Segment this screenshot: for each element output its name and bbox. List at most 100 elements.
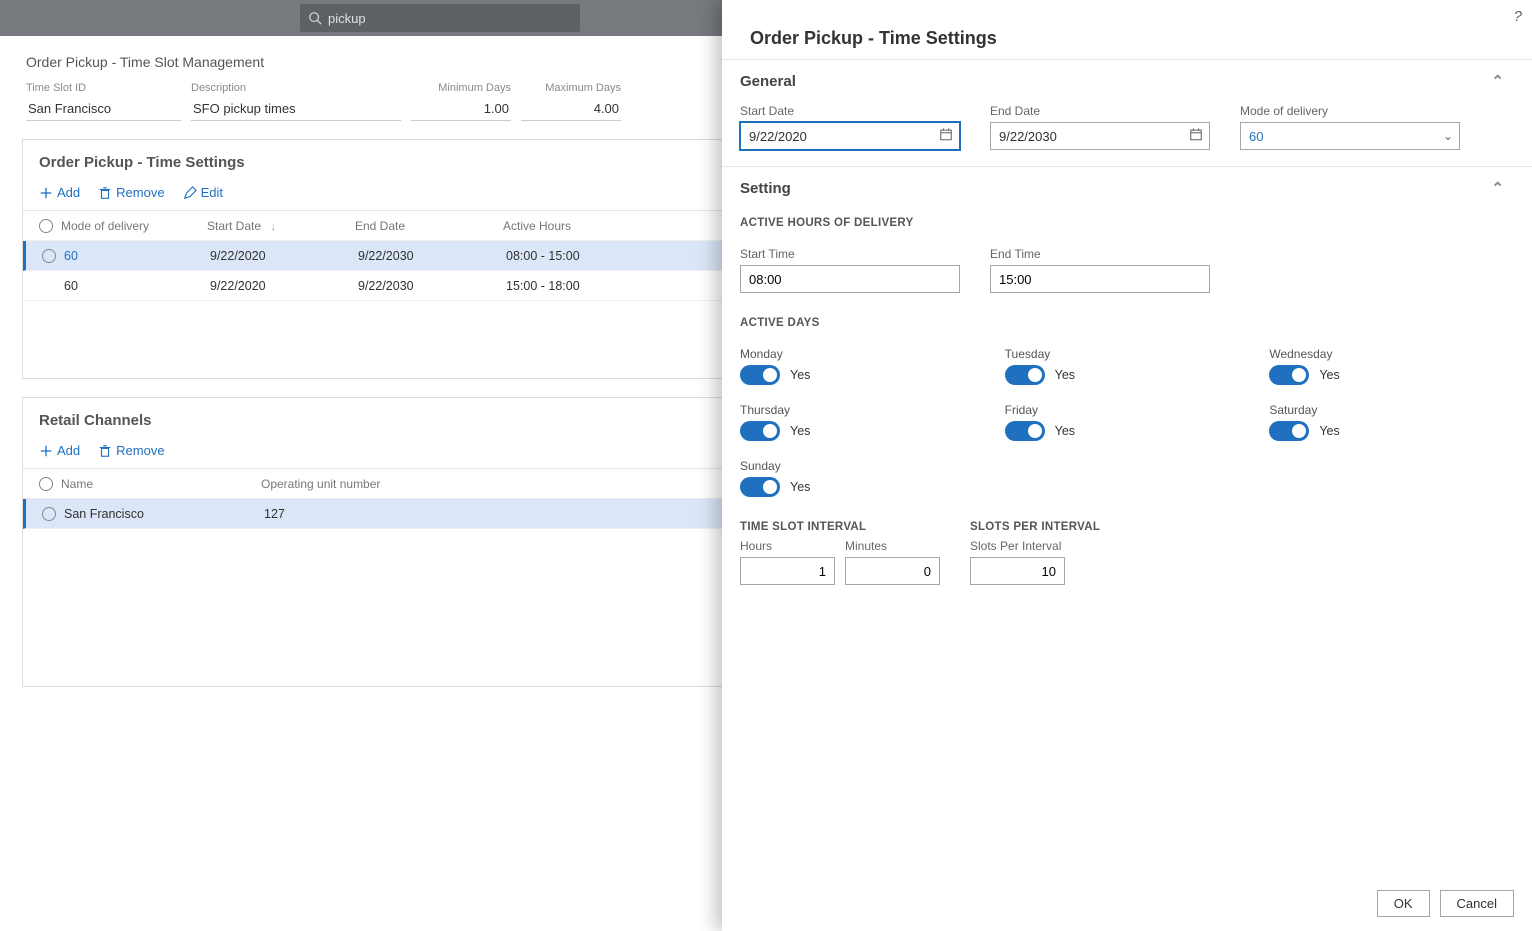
pencil-icon bbox=[183, 186, 197, 200]
max-days-value[interactable]: 4.00 bbox=[521, 98, 621, 121]
section-setting-header[interactable]: Setting ⌃ bbox=[722, 167, 1532, 207]
remove-button[interactable]: Remove bbox=[98, 185, 164, 200]
slots-label: Slots Per Interval bbox=[970, 539, 1065, 553]
row-end: 9/22/2030 bbox=[358, 249, 506, 263]
start-time-input[interactable] bbox=[740, 265, 960, 293]
section-general-body: Start Date 9/22/2020 End Date 9/22/2030 … bbox=[722, 100, 1532, 166]
hours-value[interactable] bbox=[749, 564, 826, 579]
add-channel-label: Add bbox=[57, 443, 80, 458]
max-days-label: Maximum Days bbox=[521, 82, 621, 94]
remove-channel-label: Remove bbox=[116, 443, 164, 458]
day-tuesday-label: Tuesday bbox=[1005, 347, 1240, 361]
toggle-monday[interactable] bbox=[740, 365, 780, 385]
time-settings-dialog: ? Order Pickup - Time Settings General ⌃… bbox=[722, 0, 1532, 931]
toggle-wednesday[interactable] bbox=[1269, 365, 1309, 385]
active-days-grid: Monday Yes Tuesday Yes Wednesday Yes Thu… bbox=[740, 347, 1504, 497]
day-thursday-label: Thursday bbox=[740, 403, 975, 417]
plus-icon bbox=[39, 444, 53, 458]
select-all-radio[interactable] bbox=[39, 477, 53, 491]
start-time-label: Start Time bbox=[740, 247, 960, 261]
hours-input[interactable] bbox=[740, 557, 835, 585]
slots-value[interactable] bbox=[979, 564, 1056, 579]
add-channel-button[interactable]: Add bbox=[39, 443, 80, 458]
ok-button[interactable]: OK bbox=[1377, 890, 1430, 917]
timeslot-id-value[interactable]: San Francisco bbox=[26, 98, 181, 121]
end-time-input[interactable] bbox=[990, 265, 1210, 293]
col-start[interactable]: Start Date ↓ bbox=[207, 219, 355, 233]
row-mode[interactable]: 60 bbox=[64, 279, 210, 293]
active-hours-heading: ACTIVE HOURS OF DELIVERY bbox=[740, 217, 1504, 229]
toggle-friday-value: Yes bbox=[1055, 424, 1075, 438]
toggle-sunday[interactable] bbox=[740, 477, 780, 497]
toggle-tuesday[interactable] bbox=[1005, 365, 1045, 385]
row-start: 9/22/2020 bbox=[210, 249, 358, 263]
row-radio[interactable] bbox=[42, 249, 56, 263]
calendar-icon[interactable] bbox=[939, 128, 953, 145]
calendar-icon[interactable] bbox=[1189, 128, 1203, 145]
plus-icon bbox=[39, 186, 53, 200]
end-time-label: End Time bbox=[990, 247, 1210, 261]
day-saturday-label: Saturday bbox=[1269, 403, 1504, 417]
add-button-label: Add bbox=[57, 185, 80, 200]
minutes-value[interactable] bbox=[854, 564, 931, 579]
start-time-value[interactable] bbox=[749, 272, 951, 287]
section-setting-label: Setting bbox=[740, 180, 791, 197]
day-friday-label: Friday bbox=[1005, 403, 1240, 417]
search-icon bbox=[308, 11, 322, 25]
chevron-down-icon: ⌄ bbox=[1443, 129, 1453, 143]
help-icon[interactable]: ? bbox=[1514, 8, 1522, 25]
col-start-label: Start Date bbox=[207, 219, 261, 233]
start-date-input[interactable]: 9/22/2020 bbox=[740, 122, 960, 150]
edit-button[interactable]: Edit bbox=[183, 185, 223, 200]
row-hours: 08:00 - 15:00 bbox=[506, 249, 626, 263]
section-general-header[interactable]: General ⌃ bbox=[722, 60, 1532, 100]
col-hours[interactable]: Active Hours bbox=[503, 219, 623, 233]
day-friday: Friday Yes bbox=[1005, 403, 1240, 441]
col-end[interactable]: End Date bbox=[355, 219, 503, 233]
active-days-heading: ACTIVE DAYS bbox=[740, 317, 1504, 329]
slots-input[interactable] bbox=[970, 557, 1065, 585]
end-date-value: 9/22/2030 bbox=[999, 129, 1057, 144]
dialog-title: Order Pickup - Time Settings bbox=[750, 28, 997, 49]
row-start: 9/22/2020 bbox=[210, 279, 358, 293]
cancel-button[interactable]: Cancel bbox=[1440, 890, 1514, 917]
mode-dropdown[interactable]: 60 ⌄ bbox=[1240, 122, 1460, 150]
col-name[interactable]: Name bbox=[61, 477, 261, 491]
day-tuesday: Tuesday Yes bbox=[1005, 347, 1240, 385]
day-monday: Monday Yes bbox=[740, 347, 975, 385]
min-days-value[interactable]: 1.00 bbox=[411, 98, 511, 121]
add-button[interactable]: Add bbox=[39, 185, 80, 200]
hours-label: Hours bbox=[740, 539, 835, 553]
day-wednesday-label: Wednesday bbox=[1269, 347, 1504, 361]
row-end: 9/22/2030 bbox=[358, 279, 506, 293]
description-label: Description bbox=[191, 82, 401, 94]
global-search[interactable]: pickup bbox=[300, 4, 580, 32]
toggle-friday[interactable] bbox=[1005, 421, 1045, 441]
mode-value: 60 bbox=[1249, 129, 1263, 144]
toggle-wednesday-value: Yes bbox=[1319, 368, 1339, 382]
description-value[interactable]: SFO pickup times bbox=[191, 98, 401, 121]
minutes-input[interactable] bbox=[845, 557, 940, 585]
row-mode[interactable]: 60 bbox=[64, 249, 210, 263]
row-radio[interactable] bbox=[42, 507, 56, 521]
chevron-up-icon: ⌃ bbox=[1491, 72, 1504, 90]
end-time-value[interactable] bbox=[999, 272, 1201, 287]
toggle-thursday[interactable] bbox=[740, 421, 780, 441]
toggle-saturday[interactable] bbox=[1269, 421, 1309, 441]
toggle-monday-value: Yes bbox=[790, 368, 810, 382]
select-all-radio[interactable] bbox=[39, 219, 53, 233]
mode-label: Mode of delivery bbox=[1240, 104, 1460, 118]
col-mode[interactable]: Mode of delivery bbox=[61, 219, 207, 233]
chevron-up-icon: ⌃ bbox=[1491, 179, 1504, 197]
toggle-saturday-value: Yes bbox=[1319, 424, 1339, 438]
end-date-input[interactable]: 9/22/2030 bbox=[990, 122, 1210, 150]
section-setting-body: ACTIVE HOURS OF DELIVERY Start Time End … bbox=[722, 207, 1532, 601]
remove-channel-button[interactable]: Remove bbox=[98, 443, 164, 458]
day-thursday: Thursday Yes bbox=[740, 403, 975, 441]
dialog-footer: OK Cancel bbox=[722, 876, 1532, 931]
day-sunday: Sunday Yes bbox=[740, 459, 975, 497]
day-wednesday: Wednesday Yes bbox=[1269, 347, 1504, 385]
interval-heading: TIME SLOT INTERVAL bbox=[740, 521, 940, 533]
sort-down-icon: ↓ bbox=[270, 219, 276, 233]
col-opnum[interactable]: Operating unit number bbox=[261, 477, 461, 491]
